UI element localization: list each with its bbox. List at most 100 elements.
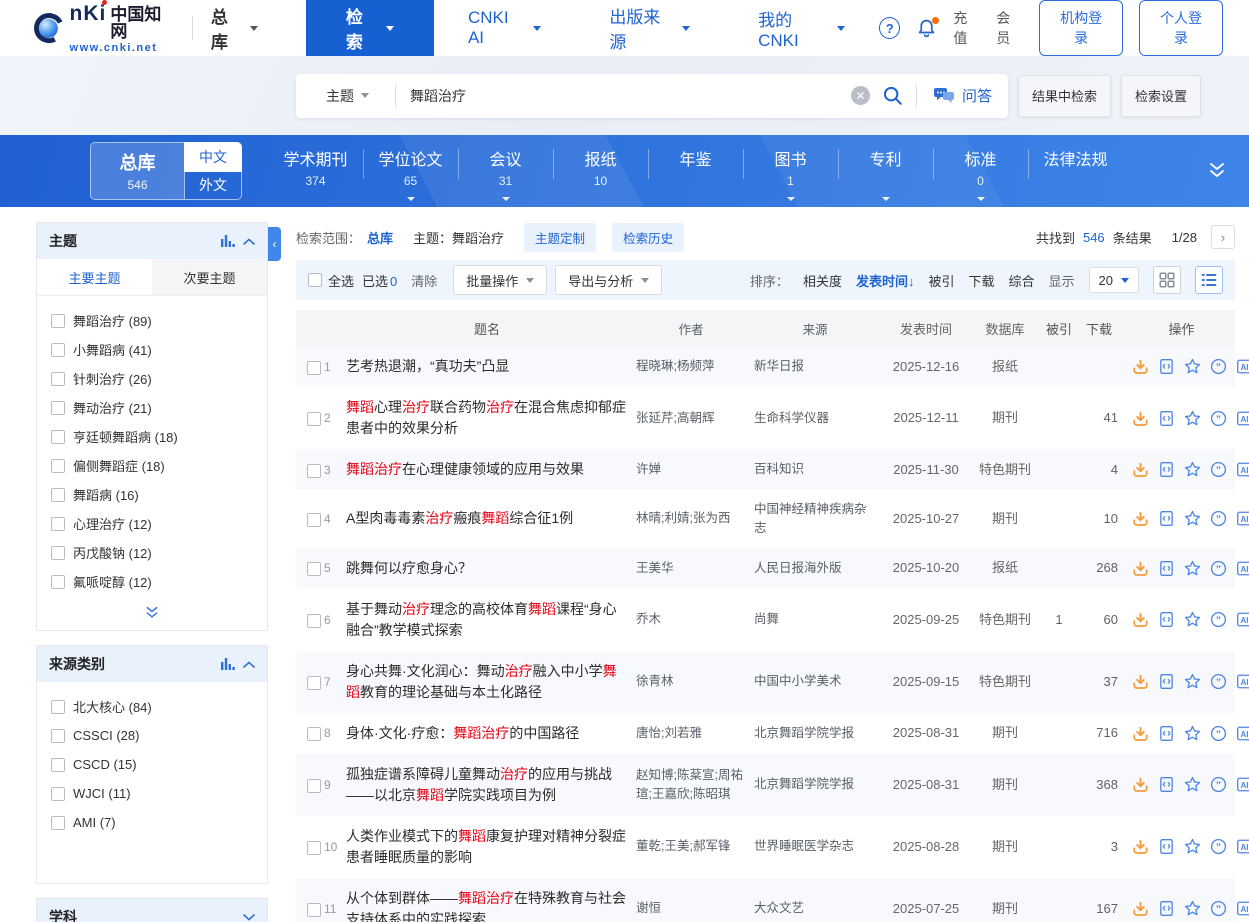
- result-title-link[interactable]: 身心共舞·文化润心：舞动治疗融入中小学舞蹈教育的理论基础与本土化路径: [346, 663, 617, 700]
- page-size-select[interactable]: 20: [1089, 267, 1139, 293]
- result-source[interactable]: 北京舞蹈学院学报: [750, 714, 880, 753]
- cite-icon[interactable]: ”: [1210, 461, 1227, 478]
- filter-checkbox[interactable]: [51, 430, 65, 444]
- cite-icon[interactable]: ”: [1210, 611, 1227, 628]
- filter-checkbox[interactable]: [51, 575, 65, 589]
- ai-icon[interactable]: AI: [1236, 560, 1249, 577]
- header-tab-3[interactable]: 我的CNKI: [724, 0, 879, 56]
- filter-checkbox[interactable]: [51, 401, 65, 415]
- result-cited-count[interactable]: [1038, 899, 1080, 919]
- header-tab-2[interactable]: 出版来源: [575, 0, 724, 56]
- result-cited-count[interactable]: [1038, 558, 1080, 578]
- topic-filter-item[interactable]: 舞动治疗 (21): [51, 393, 255, 422]
- source-filter-item[interactable]: WJCI (11): [51, 779, 255, 808]
- result-cited-count[interactable]: [1038, 357, 1080, 377]
- clear-selection-button[interactable]: 清除: [411, 271, 437, 290]
- row-checkbox[interactable]: [307, 562, 321, 576]
- topic-filter-item[interactable]: 针刺治疗 (26): [51, 364, 255, 393]
- ai-icon[interactable]: AI: [1236, 461, 1249, 478]
- lang-tab-foreign[interactable]: 外文: [184, 172, 242, 201]
- clear-search-icon[interactable]: ✕: [851, 86, 870, 105]
- result-cited-count[interactable]: [1038, 460, 1080, 480]
- ai-icon[interactable]: AI: [1236, 725, 1249, 742]
- row-checkbox[interactable]: [307, 779, 321, 793]
- result-cited-count[interactable]: [1038, 837, 1080, 857]
- cite-icon[interactable]: ”: [1210, 776, 1227, 793]
- db-tab-学术期刊[interactable]: 学术期刊 374: [268, 137, 363, 188]
- header-tab-0[interactable]: 检索: [306, 0, 434, 56]
- cite-icon[interactable]: ”: [1210, 900, 1227, 917]
- source-filter-item[interactable]: 北大核心 (84): [51, 692, 255, 721]
- result-title-link[interactable]: 舞蹈治疗在心理健康领域的应用与效果: [346, 461, 584, 477]
- scope-value-link[interactable]: 总库: [367, 228, 393, 247]
- result-authors[interactable]: 徐青林: [632, 662, 750, 701]
- db-tab-年鉴[interactable]: 年鉴: [648, 137, 743, 188]
- result-source[interactable]: 大众文艺: [750, 889, 880, 922]
- cite-icon[interactable]: ”: [1210, 358, 1227, 375]
- download-icon[interactable]: [1132, 510, 1149, 527]
- favorite-icon[interactable]: [1184, 410, 1201, 427]
- html-read-icon[interactable]: [1158, 725, 1175, 742]
- expand-more-icon[interactable]: [1207, 162, 1227, 180]
- search-in-results-button[interactable]: 结果中检索: [1018, 75, 1111, 117]
- row-checkbox[interactable]: [307, 464, 321, 478]
- filter-checkbox[interactable]: [51, 372, 65, 386]
- favorite-icon[interactable]: [1184, 838, 1201, 855]
- filter-checkbox[interactable]: [51, 517, 65, 531]
- result-cited-count[interactable]: [1038, 723, 1080, 743]
- favorite-icon[interactable]: [1184, 673, 1201, 690]
- topic-filter-item[interactable]: 舞蹈治疗 (89): [51, 306, 255, 335]
- row-checkbox[interactable]: [307, 412, 321, 426]
- html-read-icon[interactable]: [1158, 611, 1175, 628]
- org-login-button[interactable]: 机构登录: [1039, 0, 1123, 56]
- cite-icon[interactable]: ”: [1210, 510, 1227, 527]
- expand-icon[interactable]: [243, 914, 255, 921]
- row-checkbox[interactable]: [307, 614, 321, 628]
- topic-filter-item[interactable]: 偏侧舞蹈症 (18): [51, 451, 255, 480]
- cite-icon[interactable]: ”: [1210, 560, 1227, 577]
- result-title-link[interactable]: 人类作业模式下的舞蹈康复护理对精神分裂症患者睡眠质量的影响: [346, 828, 626, 865]
- qa-button[interactable]: 问答: [917, 85, 1008, 106]
- sort-发表时间[interactable]: 发表时间↓: [856, 271, 915, 290]
- result-authors[interactable]: 唐怡;刘若雅: [632, 714, 750, 753]
- result-title-link[interactable]: 从个体到群体——舞蹈治疗在特殊教育与社会支持体系中的实践探索: [346, 890, 626, 922]
- tab-secondary-topic[interactable]: 次要主题: [152, 259, 267, 295]
- result-authors[interactable]: 乔木: [632, 600, 750, 639]
- download-icon[interactable]: [1132, 560, 1149, 577]
- db-tab-法律法规[interactable]: 法律法规: [1028, 137, 1123, 188]
- filter-checkbox[interactable]: [51, 816, 65, 830]
- histogram-icon[interactable]: [221, 658, 235, 670]
- result-cited-count[interactable]: [1038, 775, 1080, 795]
- select-all-checkbox[interactable]: [308, 273, 322, 287]
- download-icon[interactable]: [1132, 461, 1149, 478]
- tab-main-topic[interactable]: 主要主题: [37, 259, 152, 295]
- db-tab-报纸[interactable]: 报纸 10: [553, 137, 648, 188]
- member-link[interactable]: 会员: [996, 8, 1023, 48]
- result-source[interactable]: 北京舞蹈学院学报: [750, 765, 880, 804]
- db-tab-图书[interactable]: 图书 1: [743, 137, 838, 206]
- collapse-icon[interactable]: [243, 661, 255, 668]
- help-icon[interactable]: ?: [879, 17, 900, 39]
- result-cited-count[interactable]: [1038, 509, 1080, 529]
- html-read-icon[interactable]: [1158, 358, 1175, 375]
- filter-checkbox[interactable]: [51, 546, 65, 560]
- expand-more-icon[interactable]: [37, 600, 267, 630]
- next-page-button[interactable]: ›: [1211, 225, 1235, 249]
- html-read-icon[interactable]: [1158, 776, 1175, 793]
- result-authors[interactable]: 赵知博;陈棻宣;周祐瑄;王嘉欣;陈昭琪: [632, 756, 750, 814]
- html-read-icon[interactable]: [1158, 410, 1175, 427]
- result-title-link[interactable]: 舞蹈心理治疗联合药物治疗在混合焦虑抑郁症患者中的效果分析: [346, 399, 626, 436]
- cite-icon[interactable]: ”: [1210, 410, 1227, 427]
- result-authors[interactable]: 程晓琳;杨频萍: [632, 347, 750, 386]
- topic-filter-item[interactable]: 心理治疗 (12): [51, 509, 255, 538]
- download-icon[interactable]: [1132, 838, 1149, 855]
- result-title-link[interactable]: 身体·文化·疗愈：舞蹈治疗的中国路径: [346, 725, 579, 741]
- db-tab-专利[interactable]: 专利: [838, 137, 933, 206]
- search-settings-button[interactable]: 检索设置: [1121, 75, 1201, 117]
- cite-icon[interactable]: ”: [1210, 725, 1227, 742]
- ai-icon[interactable]: AI: [1236, 838, 1249, 855]
- row-checkbox[interactable]: [307, 903, 321, 917]
- result-cited-count[interactable]: 1: [1038, 600, 1080, 640]
- download-icon[interactable]: [1132, 673, 1149, 690]
- favorite-icon[interactable]: [1184, 358, 1201, 375]
